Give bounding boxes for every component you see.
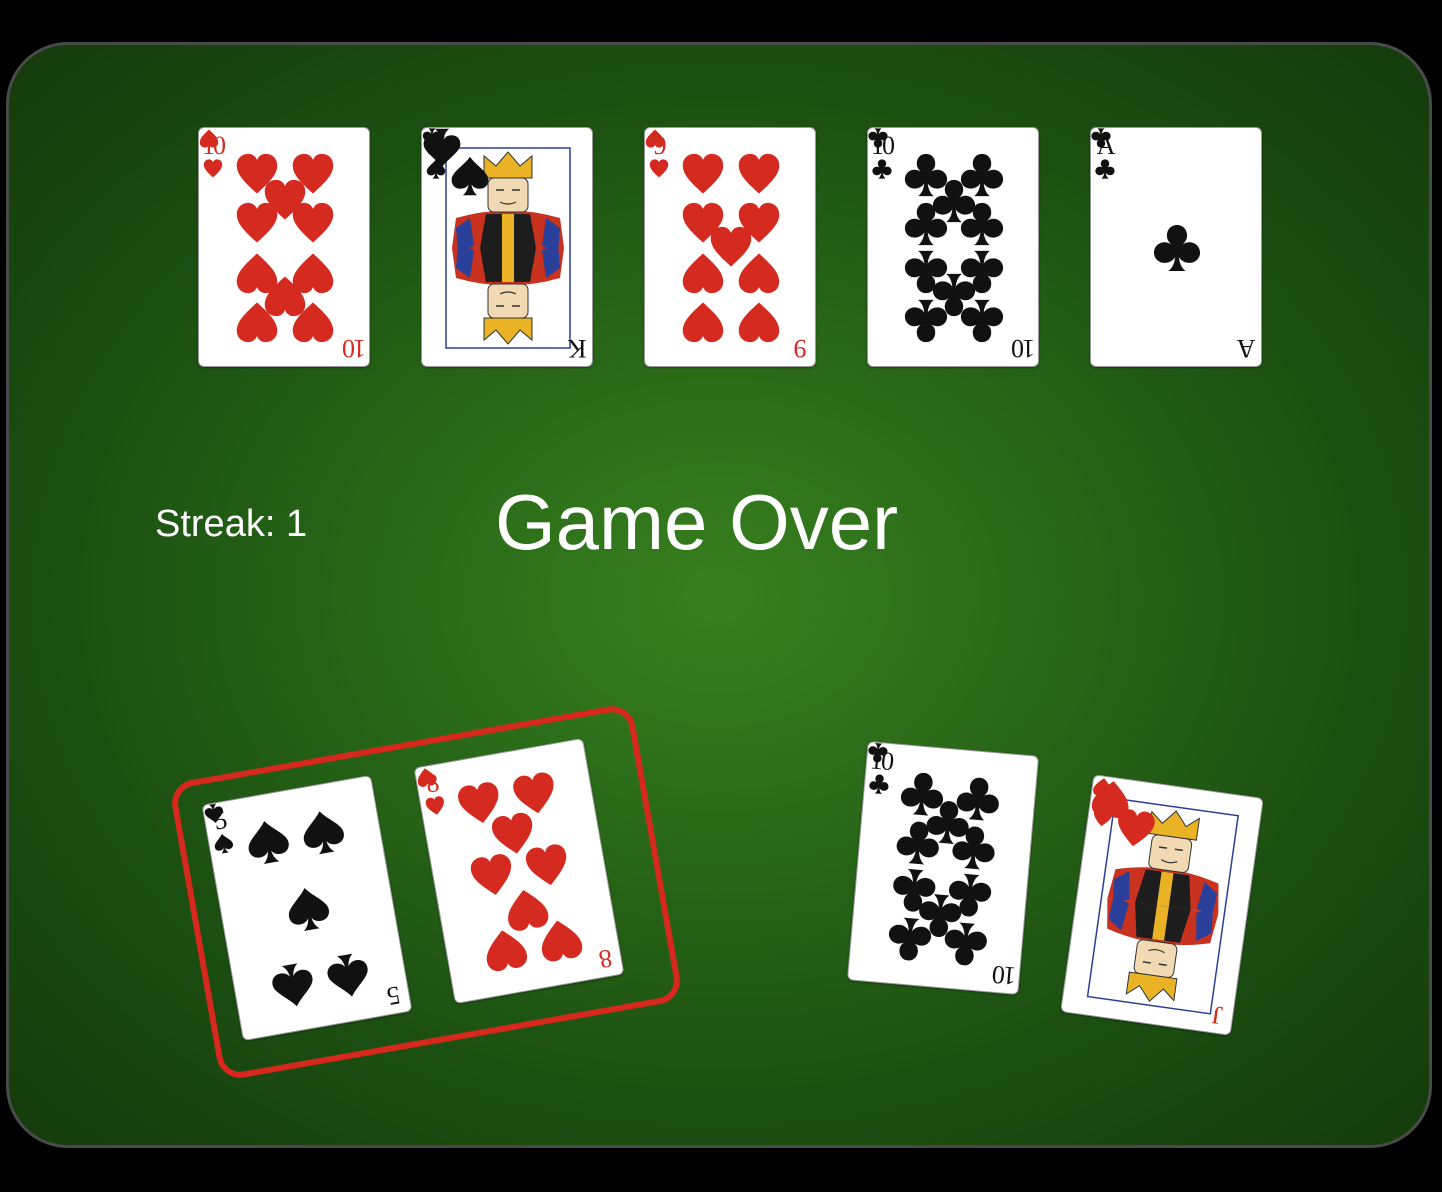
club-icon [869, 774, 889, 794]
spade-icon [204, 803, 223, 824]
club-icon [960, 300, 1003, 343]
spade-icon [303, 810, 344, 854]
heart-icon [203, 159, 223, 178]
game-status-message: Game Over [495, 478, 899, 566]
club-icon [952, 826, 995, 869]
club-icon [944, 922, 987, 966]
spade-icon [214, 834, 234, 854]
heart-icon [425, 796, 444, 815]
heart-icon [645, 129, 665, 148]
club-icon [905, 300, 948, 343]
card-rank-label: J [1212, 1000, 1225, 1031]
card-rank-label: A [1238, 334, 1256, 363]
card-rank-label: 10 [1013, 334, 1035, 363]
club-icon [1091, 128, 1111, 148]
club-icon [960, 202, 1003, 245]
card-rank-label: 10 [992, 959, 1018, 991]
card-rank-label: 9 [795, 334, 807, 363]
heart-icon [417, 768, 437, 787]
heart-icon [683, 302, 724, 343]
card-rank-label: 10 [344, 334, 366, 363]
heart-icon [541, 921, 582, 962]
club-icon [872, 159, 892, 179]
heart-icon [738, 153, 779, 194]
community-card-5: AA [1090, 127, 1262, 367]
heart-icon [649, 159, 669, 178]
heart-icon [199, 129, 219, 148]
heart-icon [237, 302, 278, 343]
spade-icon [426, 159, 446, 179]
club-icon [889, 918, 932, 961]
opponent-card-2: JJ [1060, 774, 1264, 1036]
streak-counter: Streak: 1 [155, 503, 308, 545]
community-card-3: 99 [644, 127, 816, 367]
poker-table: 1010 KK 99 1010 AA Streak: 1 Game Over 5… [6, 42, 1432, 1148]
club-icon [1095, 159, 1115, 179]
community-card-4: 10 10 [867, 127, 1039, 367]
heart-icon [683, 253, 724, 294]
card-rank-label: 8 [598, 943, 615, 974]
opponent-card-1: 10 10 [846, 740, 1040, 996]
heart-icon [292, 202, 333, 242]
heart-icon [1093, 807, 1113, 827]
spade-icon [327, 954, 368, 998]
club-icon [868, 743, 888, 763]
spade-icon [272, 963, 313, 1007]
heart-icon [292, 302, 333, 343]
spade-icon [288, 888, 330, 931]
community-card-2: KK [421, 127, 593, 367]
spade-icon [422, 128, 442, 148]
card-rank-label: K [569, 334, 587, 363]
club-icon [1153, 224, 1201, 272]
heart-icon [237, 202, 278, 242]
heart-icon [487, 930, 528, 972]
community-card-1: 1010 [198, 127, 370, 367]
card-rank-label: 5 [386, 980, 403, 1011]
heart-icon [683, 153, 724, 194]
spade-icon [249, 820, 290, 864]
heart-icon [1093, 778, 1112, 797]
club-icon [905, 202, 948, 245]
heart-icon [738, 253, 779, 294]
club-icon [897, 821, 940, 865]
club-icon [868, 128, 888, 148]
heart-icon [738, 302, 779, 343]
